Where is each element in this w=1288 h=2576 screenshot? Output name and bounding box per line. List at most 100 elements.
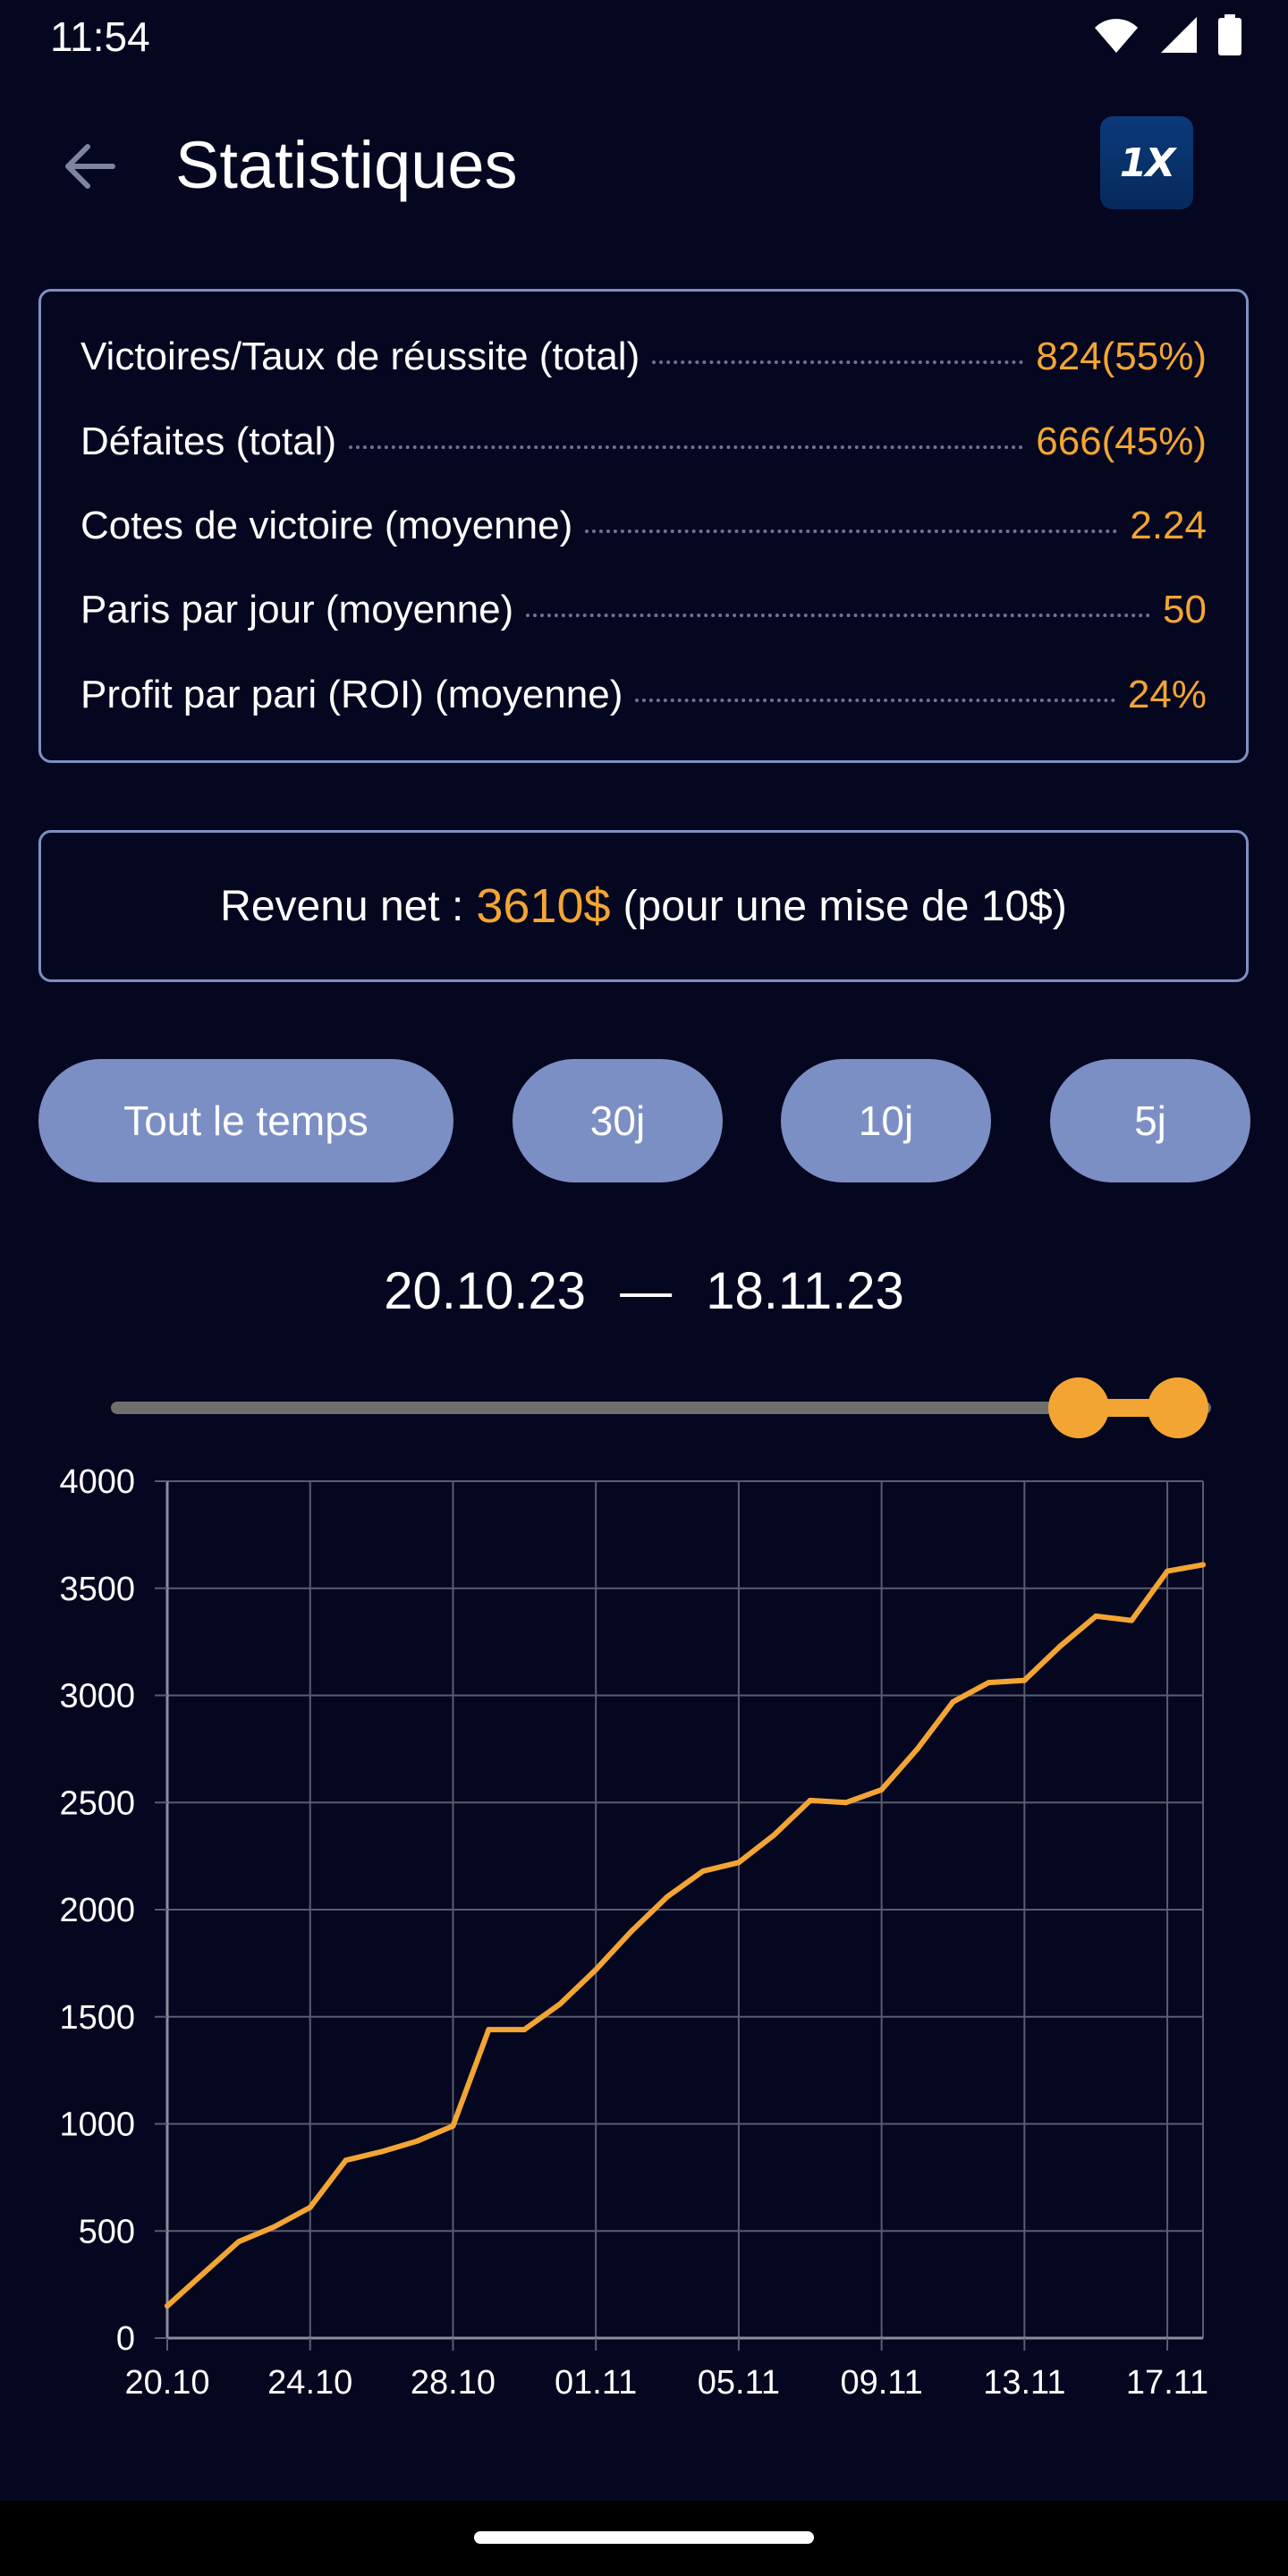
y-tick-label: 4000 — [59, 1463, 135, 1501]
stat-label: Victoires/Taux de réussite (total) — [80, 335, 640, 378]
data-point — [307, 2204, 313, 2210]
y-tick-label: 1500 — [59, 1999, 135, 2037]
chart-grid — [166, 1480, 1204, 2339]
battery-icon — [1218, 14, 1241, 55]
revenue-amount: 3610$ — [476, 879, 611, 933]
data-point — [771, 1832, 777, 1838]
data-point — [450, 2123, 456, 2129]
data-point — [1200, 1562, 1206, 1568]
data-point — [521, 2027, 528, 2033]
revenue-suffix: (pour une mise de 10$) — [623, 882, 1067, 930]
data-point — [271, 2224, 277, 2230]
logo-text: 1X — [1119, 140, 1176, 186]
y-tick-label: 3000 — [59, 1678, 135, 1716]
stat-dots — [585, 530, 1118, 533]
slider-thumb-start[interactable] — [1048, 1377, 1110, 1438]
stat-dots — [349, 445, 1024, 449]
y-tick-label: 3500 — [59, 1571, 135, 1608]
data-point — [199, 2271, 206, 2277]
wifi-icon — [1095, 19, 1138, 53]
stat-value: 824(55%) — [1036, 335, 1207, 378]
date-range-slider[interactable] — [111, 1377, 1211, 1440]
chart-series — [165, 1562, 1206, 2309]
data-point — [486, 2027, 492, 2033]
stat-label: Cotes de victoire (moyenne) — [80, 504, 573, 547]
data-point — [343, 2157, 349, 2164]
data-point — [950, 1699, 956, 1705]
date-range-start: 20.10.23 — [384, 1262, 587, 1320]
stats-card: Victoires/Taux de réussite (total) 824(5… — [38, 289, 1249, 763]
x-tick-label: 20.10 — [124, 2364, 209, 2402]
data-point — [593, 1967, 599, 1973]
date-range-end: 18.11.23 — [706, 1262, 904, 1320]
data-point — [986, 1680, 992, 1686]
date-range-separator: — — [620, 1262, 673, 1320]
data-point — [235, 2239, 242, 2245]
data-point — [629, 1928, 635, 1934]
home-indicator[interactable] — [474, 2531, 814, 2544]
data-point — [1129, 1617, 1135, 1623]
signal-icon — [1161, 17, 1197, 53]
data-point — [735, 1860, 741, 1866]
stat-dots — [526, 614, 1151, 617]
stat-row-odds: Cotes de victoire (moyenne) 2.24 — [80, 504, 1207, 557]
data-point — [699, 1868, 706, 1874]
page-title: Statistiques — [175, 128, 518, 202]
slider-thumb-end[interactable] — [1148, 1377, 1209, 1438]
date-range: 20.10.23 — 18.11.23 — [0, 1261, 1288, 1321]
x-tick-label: 01.11 — [555, 2364, 637, 2402]
data-point — [1021, 1677, 1028, 1683]
data-point — [843, 1800, 849, 1806]
data-point — [1057, 1643, 1063, 1649]
x-tick-label: 05.11 — [698, 2364, 780, 2402]
stat-row-wins: Victoires/Taux de réussite (total) 824(5… — [80, 335, 1207, 388]
stat-label: Paris par jour (moyenne) — [80, 588, 514, 631]
revenue-card: Revenu net : 3610$ (pour une mise de 10$… — [38, 830, 1249, 982]
y-tick-label: 1000 — [59, 2106, 135, 2144]
data-point — [878, 1786, 885, 1792]
x-tick-label: 28.10 — [411, 2364, 496, 2402]
x-tick-label: 13.11 — [983, 2364, 1065, 2402]
period-button-5d[interactable]: 5j — [1050, 1059, 1250, 1182]
data-point — [1093, 1613, 1099, 1619]
revenue-label: Revenu net : — [220, 882, 464, 930]
stat-row-bets-per-day: Paris par jour (moyenne) 50 — [80, 588, 1207, 641]
y-tick-label: 2000 — [59, 1892, 135, 1929]
data-point — [1165, 1568, 1171, 1574]
stat-value: 666(45%) — [1036, 419, 1207, 463]
x-tick-label: 24.10 — [267, 2364, 352, 2402]
data-point — [807, 1797, 813, 1803]
y-tick-label: 0 — [116, 2320, 135, 2358]
slider-track[interactable] — [111, 1402, 1211, 1414]
x-axis-ticks: 20.10 24.10 28.10 01.11 05.11 09.11 13.11 17.11 — [124, 2338, 1208, 2402]
stat-row-roi: Profit par pari (ROI) (moyenne) 24% — [80, 673, 1207, 726]
data-point — [165, 2303, 170, 2309]
x-tick-label: 17.11 — [1126, 2364, 1208, 2402]
navigation-bar — [0, 2501, 1288, 2576]
stat-value: 2.24 — [1130, 504, 1207, 547]
app-bar: Statistiques 1X — [0, 107, 1288, 224]
stat-row-losses: Défaites (total) 666(45%) — [80, 419, 1207, 473]
data-point — [378, 2148, 385, 2155]
series-line — [165, 1562, 1206, 2309]
period-button-10d[interactable]: 10j — [781, 1059, 991, 1182]
data-point — [665, 1894, 671, 1900]
data-point — [914, 1746, 920, 1752]
stat-value: 50 — [1163, 588, 1207, 631]
y-axis-ticks: 0 500 1000 1500 2000 2500 3000 3500 4000 — [59, 1463, 167, 2358]
brand-logo: 1X — [1100, 116, 1193, 209]
period-button-all-time[interactable]: Tout le temps — [38, 1059, 453, 1182]
revenue-line-chart: 0 500 1000 1500 2000 2500 3000 3500 4000 20.10 24… — [59, 1463, 1208, 2402]
status-time: 11:54 — [50, 13, 150, 60]
x-tick-label: 09.11 — [840, 2364, 922, 2402]
status-bar: 11:54 — [0, 0, 1288, 75]
stat-dots — [652, 360, 1024, 364]
stat-value: 24% — [1127, 673, 1207, 716]
stat-label: Défaites (total) — [80, 419, 337, 463]
period-button-30d[interactable]: 30j — [513, 1059, 723, 1182]
back-button[interactable] — [48, 131, 129, 202]
stat-dots — [635, 699, 1115, 702]
y-tick-label: 2500 — [59, 1784, 135, 1822]
status-icons — [1093, 14, 1241, 55]
y-tick-label: 500 — [79, 2213, 135, 2250]
